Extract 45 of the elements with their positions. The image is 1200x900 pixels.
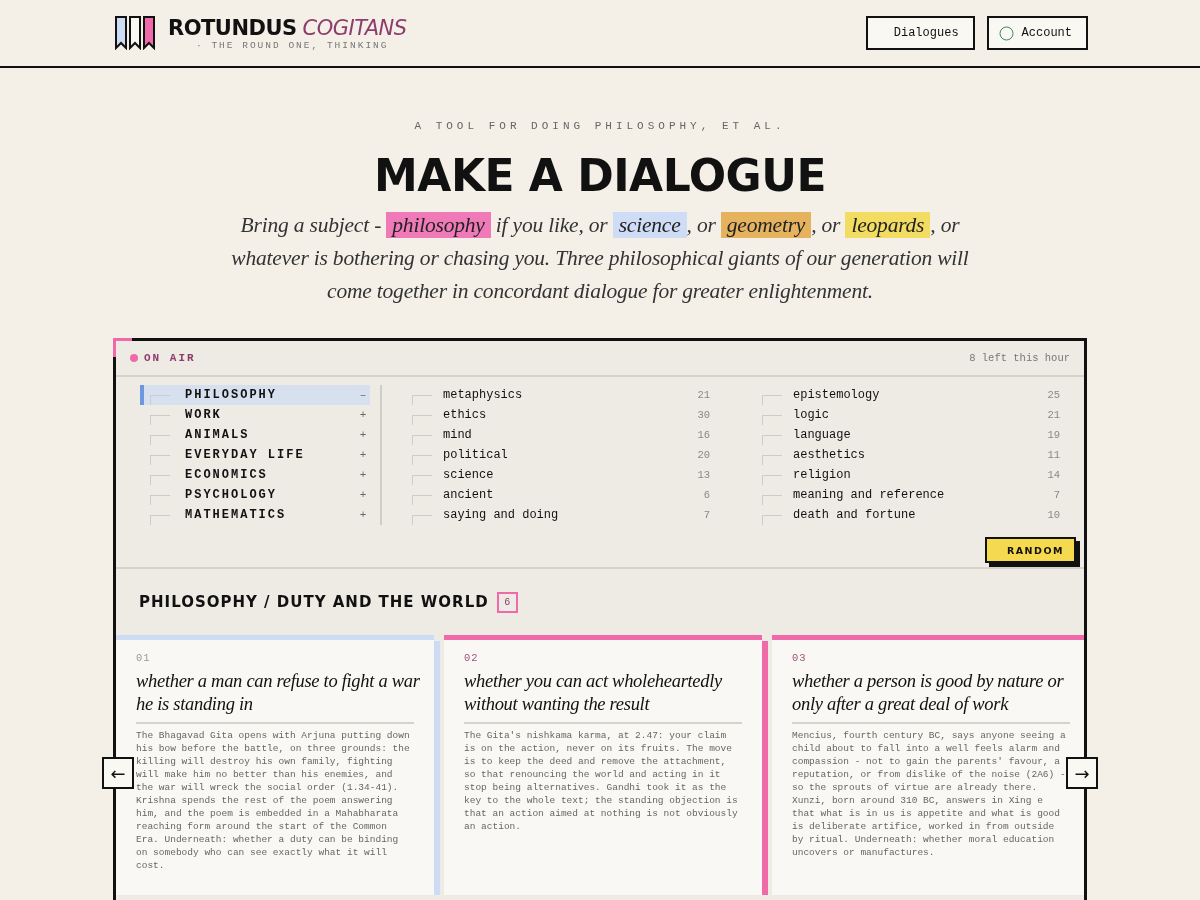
section-title: PHILOSOPHY / DUTY AND THE WORLD [139,593,489,611]
card-number: 01 [136,652,152,664]
previous-button[interactable]: ← [102,757,134,789]
remaining-count: 8 left this hour [969,352,1070,364]
page-title: MAKE A DIALOGUE [373,150,827,201]
category-item[interactable]: EVERYDAY LIFE + [140,445,370,465]
count-badge: 6 [496,591,518,613]
card-title: whether you can act wholeheartedly without wanting the result [464,670,723,716]
subtopic-item[interactable]: language 19 [762,425,1060,445]
logo-icon [114,16,156,50]
intro-text: Bring a subject - philosophy if you like, or science , or geometry , or leopards , or whatever is bothering or chasing you. Three philosophical giants of our generation will come together in concordant dialogue for greater enlightenment. [230,211,970,305]
subtopic-item[interactable]: epistemology 25 [762,385,1060,405]
subtopic-item[interactable]: mind 16 [412,425,710,445]
category-item[interactable]: PHILOSOPHY – [140,385,370,405]
category-item[interactable]: ECONOMICS + [140,465,370,485]
nav-button[interactable]: Dialogues [865,16,975,50]
next-button[interactable]: → [1066,757,1098,789]
subtopic-item[interactable]: political 20 [412,445,710,465]
card-text: The Gita's nishkama karma, at 2.47: your claim is on the action, never on its fruits. The move is to keep the deed and remove the attachment, so that renouncing the world and acting in it stop being alternatives. Gandhi took it as the key to the whole text; the standing objection is that an action aimed at nothing is not obviously an action. [464,729,739,833]
subtopic-item[interactable]: ethics 30 [412,405,710,425]
subtopic-item[interactable]: religion 14 [762,465,1060,485]
category-item[interactable]: WORK + [140,405,370,425]
tagline: · THE ROUND ONE, THINKING [196,39,390,51]
subtopic-item[interactable]: ancient 6 [412,485,710,505]
card-title: whether a man can refuse to fight a war he is standing in [136,670,421,716]
subtopic-item[interactable]: aesthetics 11 [762,445,1060,465]
subtopic-item[interactable]: metaphysics 21 [412,385,710,405]
category-item[interactable]: ANIMALS + [140,425,370,445]
on-air-label: ON AIR [130,352,196,364]
subtopic-item[interactable]: saying and doing 7 [412,505,710,525]
account-button[interactable]: Account [986,16,1088,50]
circle-icon [998,25,1014,41]
category-item[interactable]: MATHEMATICS + [140,505,370,525]
subtopic-item[interactable]: death and fortune 10 [762,505,1060,525]
eyebrow-text: A TOOL FOR DOING PHILOSOPHY, ET AL. [413,120,787,132]
card-number: 03 [792,652,808,664]
subtopic-item[interactable]: meaning and reference 7 [762,485,1060,505]
brand-name: ROTUNDUS COGITANS [168,15,407,40]
subtopic-item[interactable]: logic 21 [762,405,1060,425]
card-title: whether a person is good by nature or only after a great deal of work [792,670,1065,716]
subtopic-item[interactable]: science 13 [412,465,710,485]
card-text: The Bhagavad Gita opens with Arjuna putting down his bow before the battle, on three grounds: the killing will destroy his own family, fighting will make him no better than his enemies, and the war will wreck the social order (1.34-41). Krishna spends the rest of the poem answering him, and the poem is embedded in a Mahabharata reaching form around the start of the Common Era. Underneath: whether a duty can be binding on somebody who can see exactly what it will cost. [136,729,411,872]
card-number: 02 [464,652,480,664]
card-text: Mencius, fourth century BC, says anyone seeing a child about to fall into a well feels alarm and compassion - not to gain the parents' favour, a reputation, or from dislike of the noise (2A6) - so the sprouts of virtue are already there. Xunzi, born around 310 BC, answers in Xing e that what is in us is appetite and what is good is deliberate artifice, worked in from outside by ritual. Underneath: whether moral education uncovers or manufactures. [792,729,1067,859]
category-item[interactable]: PSYCHOLOGY + [140,485,370,505]
